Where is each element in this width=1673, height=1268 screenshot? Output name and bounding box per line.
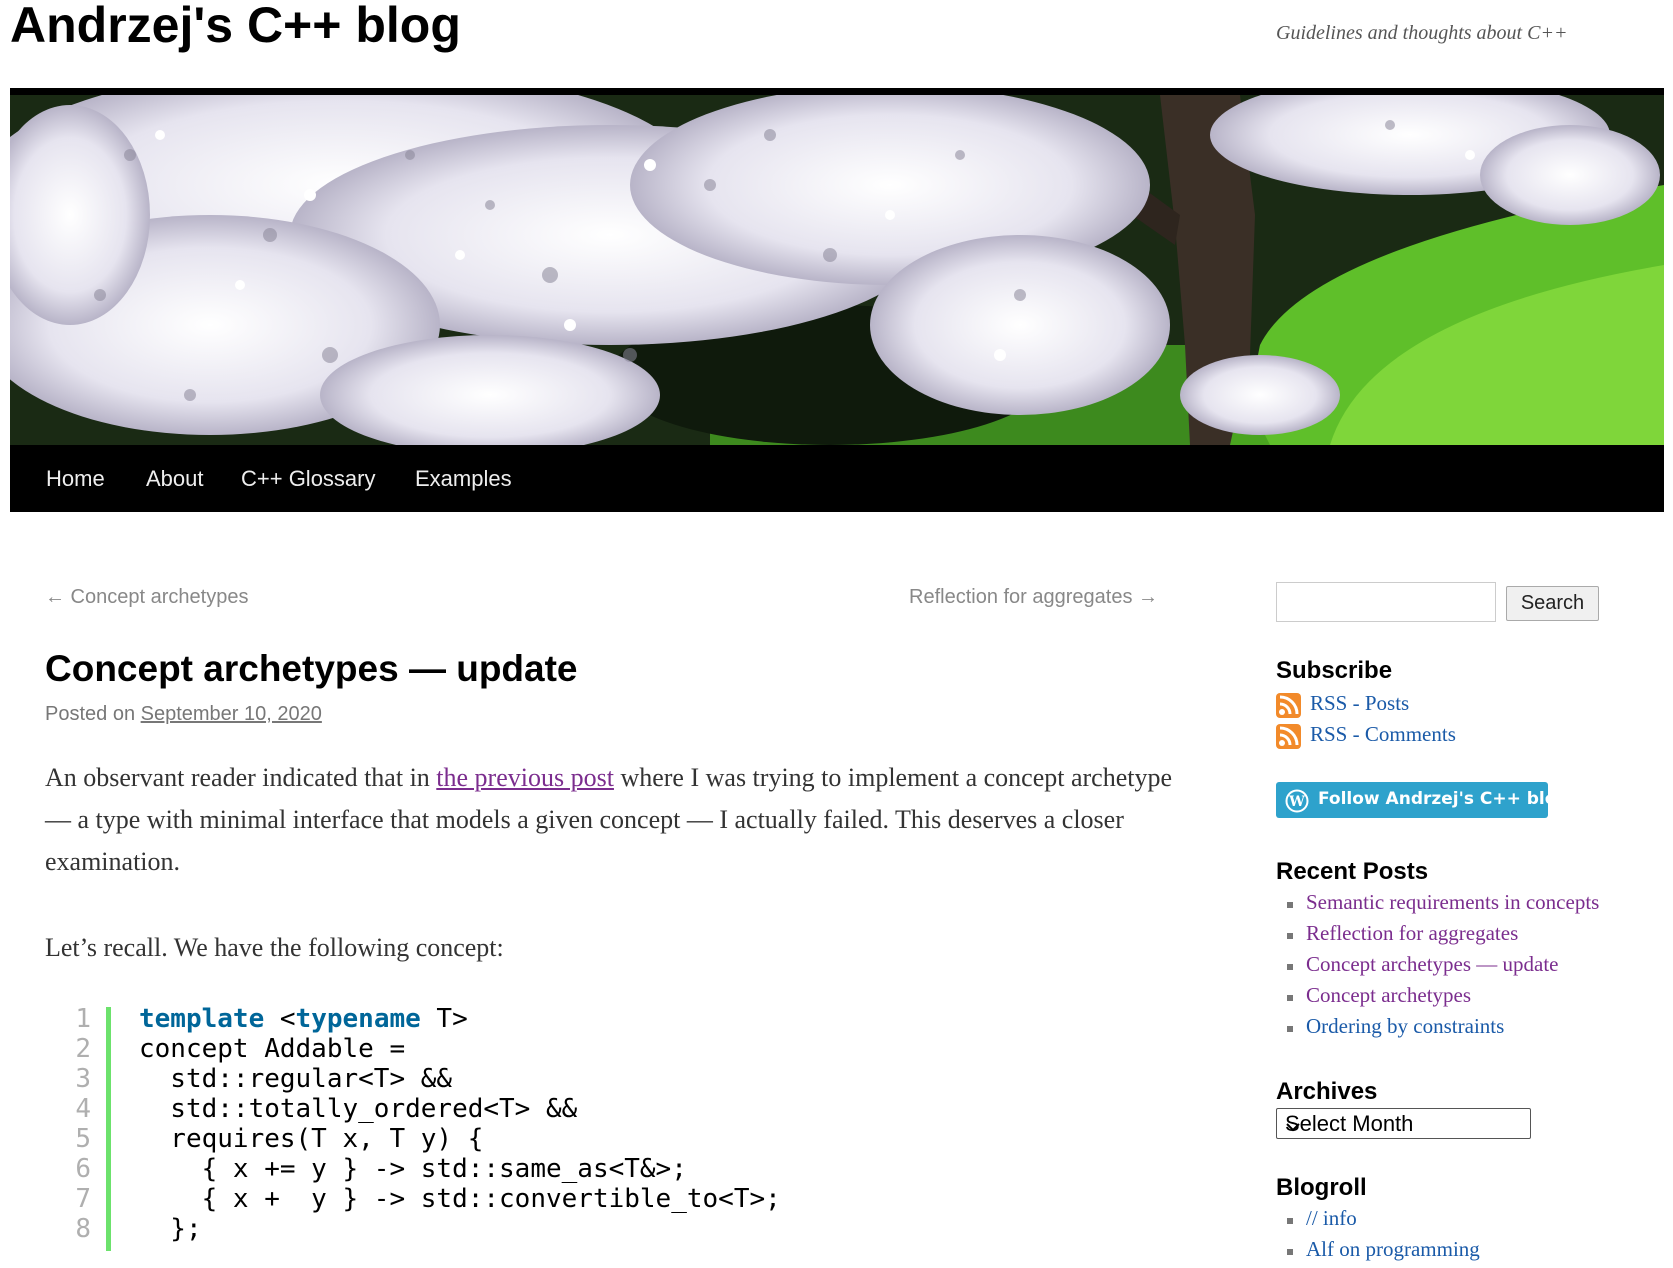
main-menu: Home About C++ Glossary Examples — [10, 445, 1664, 512]
recent-posts-heading: Recent Posts — [1276, 858, 1429, 885]
chevron-down-icon — [1285, 1115, 1522, 1141]
code-token: { x += y } -> std::same_as<T&>; — [139, 1154, 687, 1184]
code-token: std::regular<T> && — [139, 1064, 453, 1094]
recent-post-link[interactable]: Ordering by constraints — [1306, 1014, 1504, 1039]
archives-heading: Archives — [1276, 1078, 1378, 1105]
svg-text:W: W — [1288, 794, 1305, 810]
blogroll-heading: Blogroll — [1276, 1174, 1367, 1201]
code-text: { x + y } -> std::convertible_to<T>; — [139, 1184, 781, 1214]
line-number: 1 — [75, 1004, 91, 1034]
code-text: { x += y } -> std::same_as<T&>; — [139, 1154, 687, 1184]
nav-home[interactable]: Home — [46, 466, 105, 492]
line-number: 7 — [75, 1184, 91, 1214]
code-keyword: template — [139, 1004, 265, 1034]
site-tagline: Guidelines and thoughts about C++ — [1276, 22, 1568, 44]
bullet-icon — [1287, 995, 1293, 1001]
bullet-icon — [1287, 1249, 1293, 1255]
header-divider — [10, 88, 1664, 95]
recent-post-link[interactable]: Concept archetypes — update — [1306, 952, 1559, 977]
follow-label: Follow Andrzej's C++ blog — [1318, 789, 1569, 809]
posted-prefix: Posted on — [45, 703, 141, 725]
post-meta: Posted on September 10, 2020 — [45, 703, 322, 726]
code-text: requires(T x, T y) { — [139, 1124, 483, 1154]
previous-post-link[interactable]: ← Concept archetypes — [45, 586, 248, 609]
code-text: }; — [139, 1214, 202, 1244]
next-post-link[interactable]: Reflection for aggregates → — [909, 586, 1158, 609]
paragraph-text: An observant reader indicated that in — [45, 763, 437, 792]
code-token: T> — [420, 1004, 468, 1034]
line-number: 5 — [75, 1124, 91, 1154]
code-token: concept Addable = — [139, 1034, 406, 1064]
line-number: 8 — [75, 1214, 91, 1244]
code-text: std::totally_ordered<T> && — [139, 1094, 577, 1124]
nav-cpp-glossary[interactable]: C++ Glossary — [241, 466, 376, 492]
code-token: { x + y } -> std::convertible_to<T>; — [139, 1184, 781, 1214]
code-token: }; — [139, 1214, 202, 1244]
recent-post-link[interactable]: Reflection for aggregates — [1306, 921, 1518, 946]
rss-comments-link[interactable]: RSS - Comments — [1310, 722, 1456, 747]
code-gutter-bar — [106, 1007, 111, 1251]
post-title: Concept archetypes — update — [45, 648, 578, 689]
post-date-link[interactable]: September 10, 2020 — [141, 703, 322, 725]
follow-blog-button[interactable]: W Follow Andrzej's C++ blog — [1276, 782, 1569, 818]
recent-post-link[interactable]: Concept archetypes — [1306, 983, 1471, 1008]
code-token: < — [264, 1004, 296, 1034]
site-title[interactable]: Andrzej's C++ blog — [10, 0, 461, 54]
code-text: concept Addable = — [139, 1034, 405, 1064]
nav-examples[interactable]: Examples — [415, 466, 512, 492]
previous-post-inline-link[interactable]: the previous post — [436, 763, 614, 792]
rss-icon — [1276, 724, 1301, 749]
bullet-icon — [1287, 964, 1293, 970]
post-paragraph-1: An observant reader indicated that in th… — [45, 757, 1175, 883]
rss-icon — [1276, 693, 1301, 718]
recent-post-link[interactable]: Semantic requirements in concepts — [1306, 890, 1599, 915]
subscribe-heading: Subscribe — [1276, 657, 1393, 684]
blogroll-link[interactable]: // info — [1306, 1206, 1357, 1231]
archives-dropdown[interactable]: Select Month — [1276, 1108, 1531, 1139]
search-input[interactable] — [1276, 582, 1496, 622]
post-paragraph-2: Let’s recall. We have the following conc… — [45, 933, 504, 962]
code-keyword: typename — [295, 1004, 421, 1034]
code-token: std::totally_ordered<T> && — [139, 1094, 578, 1124]
search-button[interactable]: Search — [1506, 586, 1599, 621]
bullet-icon — [1287, 1026, 1293, 1032]
line-number: 4 — [75, 1094, 91, 1124]
line-number: 6 — [75, 1154, 91, 1184]
code-text: std::regular<T> && — [139, 1064, 452, 1094]
header-image — [10, 95, 1664, 445]
nav-about[interactable]: About — [146, 466, 204, 492]
code-text: template <typename T> — [139, 1004, 468, 1034]
line-number: 2 — [75, 1034, 91, 1064]
rss-posts-link[interactable]: RSS - Posts — [1310, 691, 1409, 716]
bullet-icon — [1287, 933, 1293, 939]
blogroll-link[interactable]: Alf on programming — [1306, 1237, 1480, 1262]
bullet-icon — [1287, 902, 1293, 908]
bullet-icon — [1287, 1218, 1293, 1224]
line-number: 3 — [75, 1064, 91, 1094]
code-token: requires(T x, T y) { — [139, 1124, 484, 1154]
wordpress-icon: W — [1285, 789, 1309, 818]
